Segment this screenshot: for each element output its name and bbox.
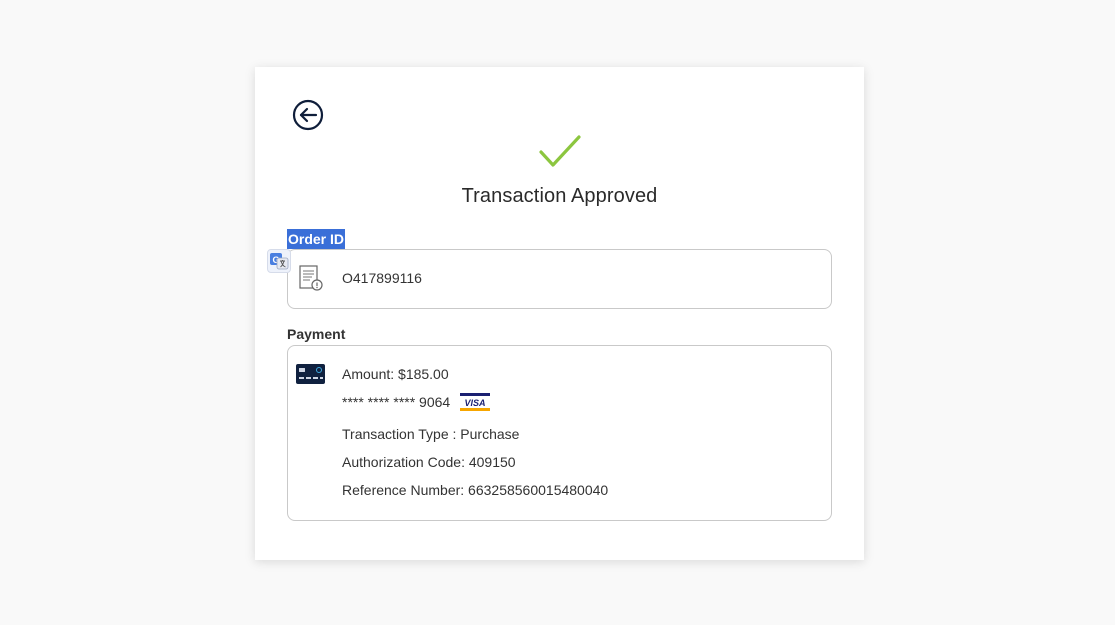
order-id-box: O417899116 <box>287 249 832 309</box>
back-arrow-circle-icon <box>292 99 324 131</box>
amount-text: Amount: $185.00 <box>342 366 449 382</box>
transaction-type-text: Transaction Type : Purchase <box>342 426 520 442</box>
document-icon <box>299 265 323 291</box>
card-number-text: **** **** **** 9064 <box>342 394 451 410</box>
payment-box: Amount: $185.00 **** **** **** 9064 VISA… <box>287 345 832 521</box>
transaction-card: Transaction Approved Order ID O417899116… <box>255 67 864 560</box>
svg-text:VISA: VISA <box>465 398 486 408</box>
back-button[interactable] <box>292 99 324 131</box>
checkmark-icon <box>539 135 581 167</box>
authorization-code-text: Authorization Code: 409150 <box>342 454 516 470</box>
credit-card-icon <box>296 364 325 384</box>
google-translate-icon[interactable]: G <box>267 249 291 273</box>
card-number-row: **** **** **** 9064 VISA <box>342 393 491 412</box>
page-title: Transaction Approved <box>461 185 658 207</box>
reference-number-text: Reference Number: 663258560015480040 <box>342 482 609 498</box>
order-id-value: O417899116 <box>342 270 422 286</box>
payment-label: Payment <box>287 326 346 342</box>
order-id-label: Order ID <box>287 229 346 249</box>
translate-glyph-icon: G <box>270 253 289 270</box>
visa-logo-icon: VISA <box>460 393 491 412</box>
